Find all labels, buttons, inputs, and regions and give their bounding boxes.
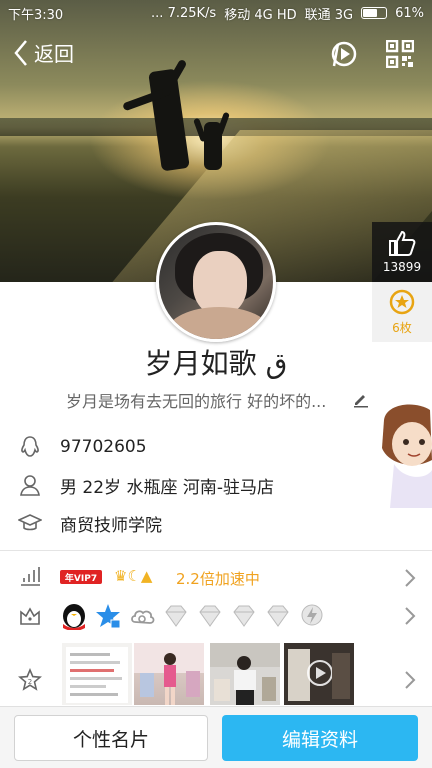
chevron-right-icon bbox=[405, 569, 416, 587]
divider bbox=[0, 550, 432, 551]
diamond-badge-4-icon bbox=[264, 602, 292, 630]
battery-percent: 61% bbox=[395, 5, 424, 21]
like-count: 13899 bbox=[382, 260, 422, 274]
qq-number-row: 97702605 bbox=[0, 428, 432, 466]
profile-card-button[interactable]: 个性名片 bbox=[14, 715, 208, 761]
svg-text:2: 2 bbox=[28, 678, 32, 686]
cloud-badge-icon bbox=[128, 602, 156, 630]
bottom-action-bar: 个性名片 编辑资料 bbox=[0, 706, 432, 768]
graduation-cap-icon bbox=[18, 514, 42, 531]
back-button[interactable]: 返回 bbox=[12, 38, 74, 67]
vip-row[interactable]: 年VIP7 ♛☾▲ 2.2倍加速中 bbox=[0, 562, 432, 592]
edit-profile-button[interactable]: 编辑资料 bbox=[222, 715, 418, 761]
avatar[interactable] bbox=[156, 222, 276, 342]
bar-chart-icon bbox=[21, 567, 40, 586]
photo-thumbnail-1[interactable] bbox=[62, 643, 132, 705]
star-outline-icon: 2 bbox=[18, 668, 42, 691]
photo-thumbnail-4[interactable] bbox=[284, 643, 354, 705]
penguin-icon bbox=[21, 436, 39, 457]
badges-row[interactable] bbox=[0, 600, 432, 632]
personal-details-row: 男 22岁 水瓶座 河南-驻马店 bbox=[0, 466, 432, 504]
top-bar: 返回 bbox=[0, 34, 432, 74]
lightning-badge-icon bbox=[298, 602, 326, 630]
blue-star-badge-icon bbox=[94, 602, 122, 630]
avatar-shoulder bbox=[167, 307, 271, 339]
pencil-icon[interactable] bbox=[352, 390, 370, 408]
network-speed: ... 7.25K/s bbox=[151, 5, 217, 21]
carrier-1: 移动 4G HD bbox=[224, 7, 297, 23]
star-medal-icon bbox=[389, 289, 415, 314]
carrier-2: 联通 3G bbox=[304, 7, 354, 23]
diamond-badge-1-icon bbox=[162, 602, 190, 630]
personal-details: 男 22岁 水瓶座 河南-驻马店 bbox=[60, 477, 274, 498]
vip-speed-text: 2.2倍加速中 bbox=[176, 570, 260, 588]
thumbs-up-icon bbox=[389, 230, 416, 256]
battery-icon bbox=[361, 7, 388, 19]
person-icon bbox=[20, 475, 40, 496]
crown-outline-icon bbox=[20, 607, 40, 625]
photo-thumbnail-2[interactable] bbox=[134, 643, 204, 705]
profile-name: 岁月如歌 ق bbox=[144, 347, 288, 380]
like-button[interactable]: 13899 bbox=[372, 222, 432, 282]
medal-count: 6枚 bbox=[392, 320, 412, 335]
diamond-badge-3-icon bbox=[230, 602, 258, 630]
chevron-right-icon bbox=[405, 671, 416, 689]
diamond-badge-2-icon bbox=[196, 602, 224, 630]
music-disc-icon[interactable] bbox=[328, 38, 360, 70]
chevron-left-icon bbox=[14, 39, 27, 66]
crown-icons: ♛☾▲ bbox=[114, 567, 153, 585]
school-row: 商贸技师学院 bbox=[0, 504, 432, 542]
vip-level-badge: 年VIP7 bbox=[60, 570, 102, 584]
school-name: 商贸技师学院 bbox=[60, 515, 162, 536]
chevron-right-icon bbox=[405, 607, 416, 625]
status-bar: 下午3:30 ... 7.25K/s 移动 4G HD 联通 3G 61% bbox=[0, 0, 432, 26]
qq-number: 97702605 bbox=[60, 437, 147, 457]
profile-signature[interactable]: 岁月是场有去无回的旅行 好的坏的... bbox=[66, 388, 366, 412]
back-label: 返回 bbox=[34, 42, 74, 66]
penguin-badge-icon bbox=[60, 602, 88, 630]
medal-button[interactable]: 6枚 bbox=[372, 282, 432, 342]
status-time: 下午3:30 bbox=[8, 7, 64, 23]
photo-thumbnail-3[interactable] bbox=[210, 643, 280, 705]
avatar-face bbox=[193, 251, 247, 315]
qr-code-icon[interactable] bbox=[386, 40, 414, 68]
